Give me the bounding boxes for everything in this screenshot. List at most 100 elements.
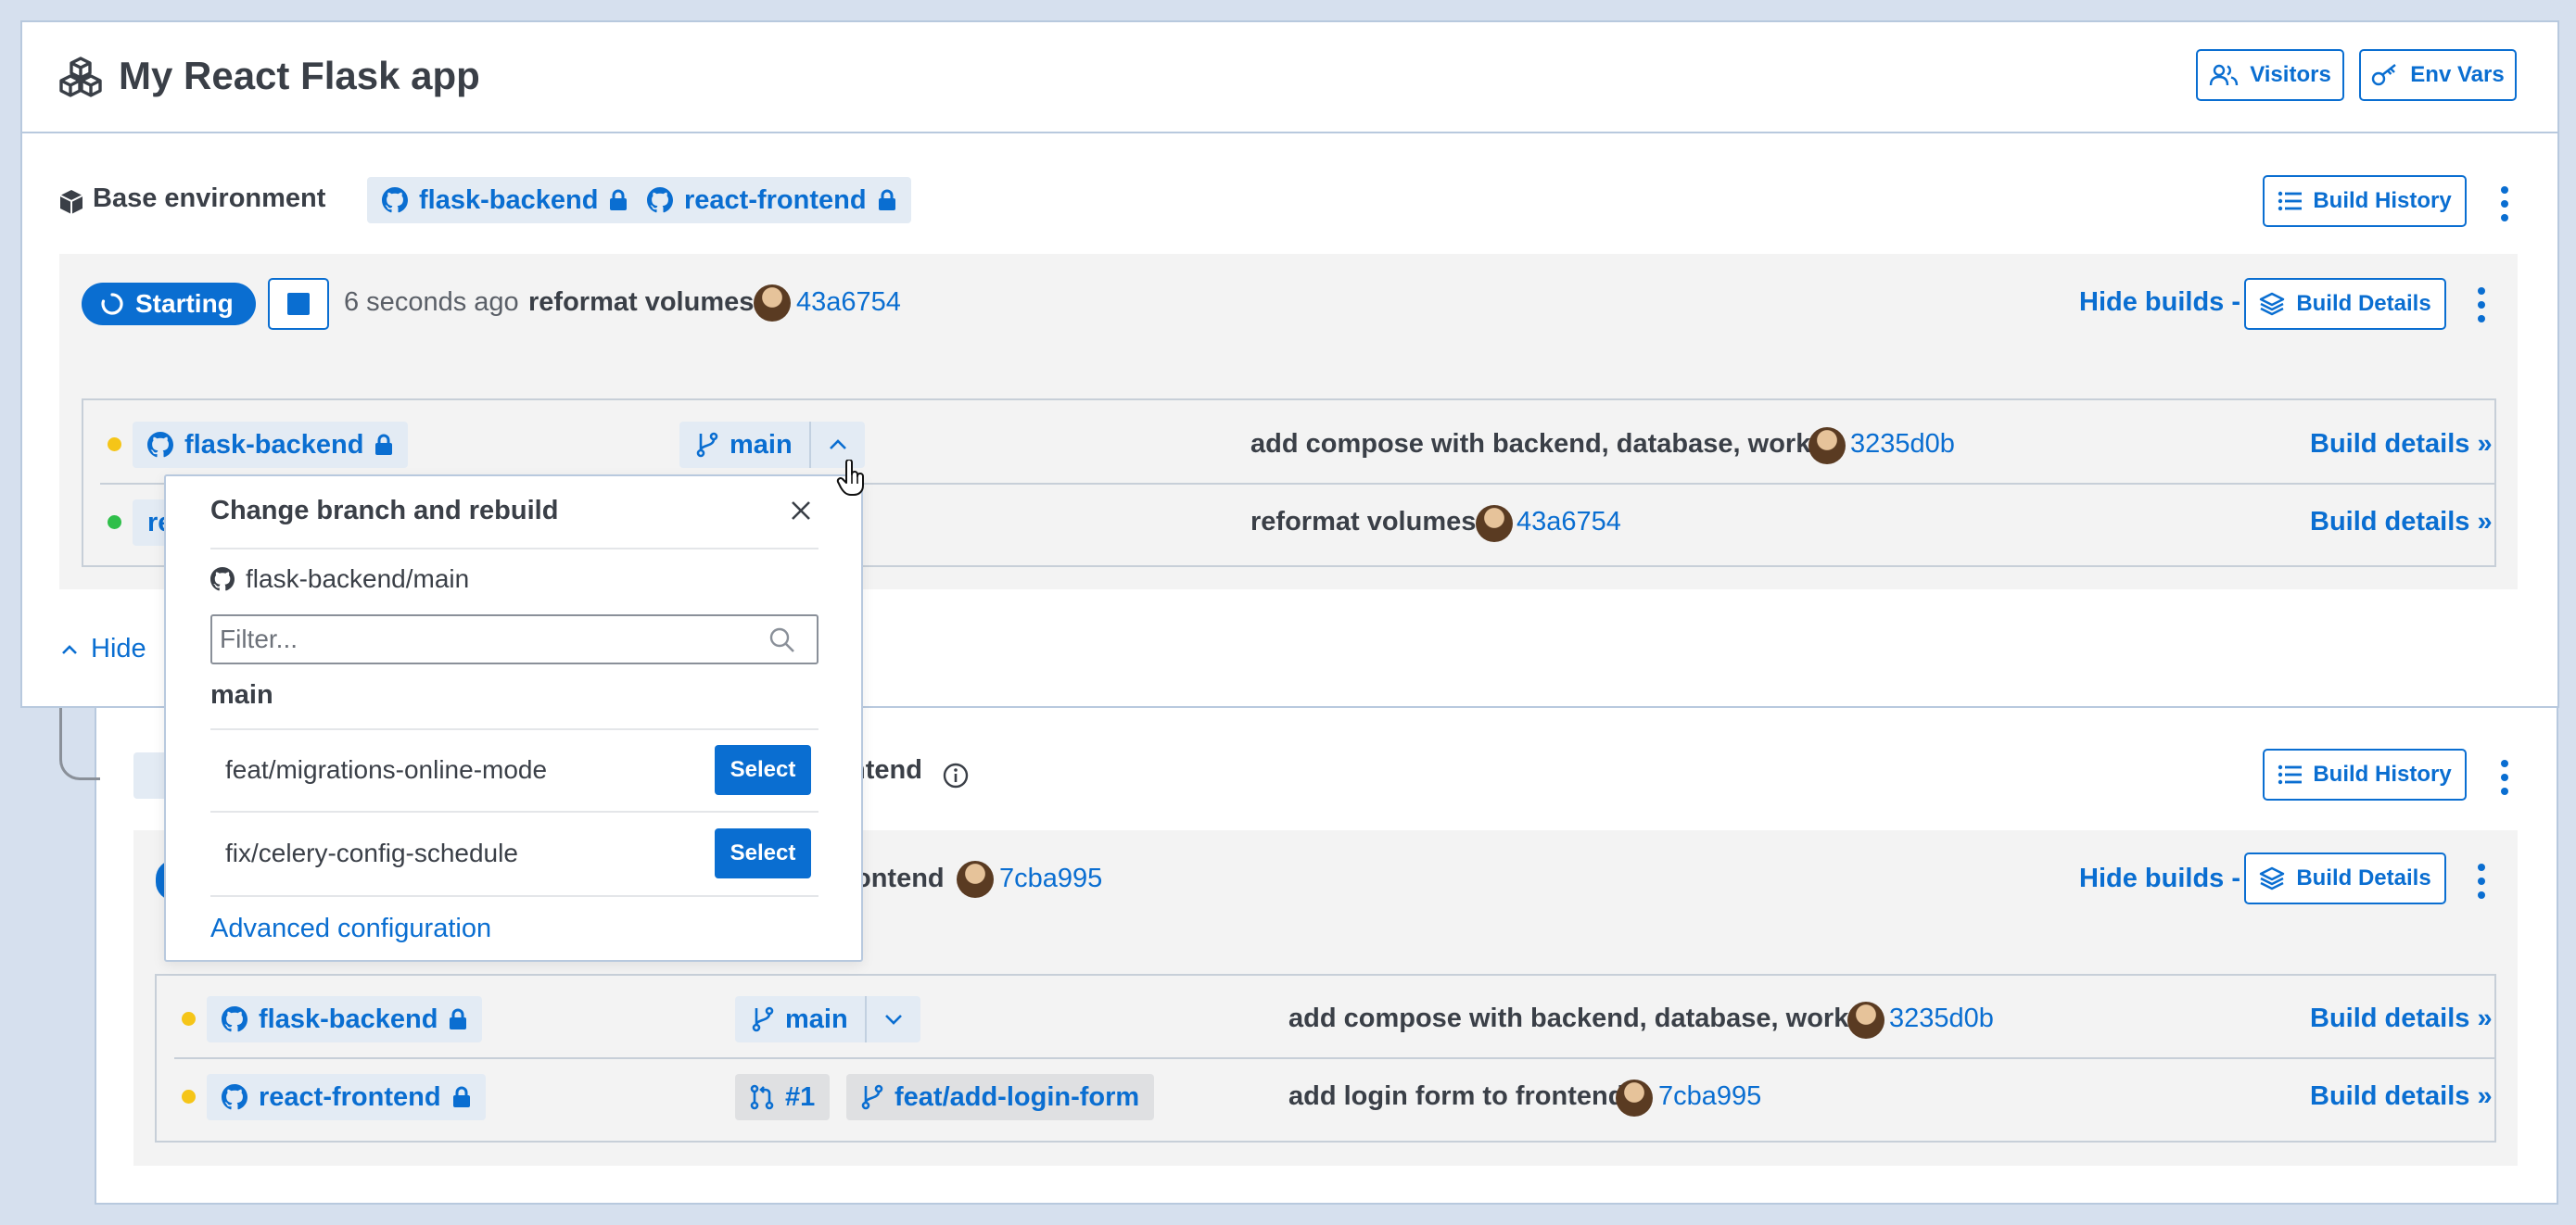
commit-sha[interactable]: 3235d0b xyxy=(1850,429,1955,460)
avatar xyxy=(957,861,994,898)
lock-icon xyxy=(450,1008,467,1029)
child-build-details-button[interactable]: Build Details xyxy=(2244,852,2446,904)
stop-icon xyxy=(287,293,310,315)
env-vars-button[interactable]: Env Vars xyxy=(2359,49,2517,101)
visitors-button[interactable]: Visitors xyxy=(2196,49,2344,101)
header-divider xyxy=(22,132,2557,133)
lock-icon xyxy=(452,1086,470,1107)
popup-divider xyxy=(210,895,818,897)
chevron-up-icon xyxy=(62,644,77,654)
build-history-button[interactable]: Build History xyxy=(2263,175,2467,227)
github-icon xyxy=(147,432,173,458)
lock-icon xyxy=(610,189,628,210)
build-details-link[interactable]: Build details » xyxy=(2310,1081,2493,1112)
cube-icon xyxy=(57,188,85,216)
list-icon xyxy=(2278,191,2303,211)
status-dot-building xyxy=(182,1090,196,1104)
advanced-configuration-link[interactable]: Advanced configuration xyxy=(210,914,491,944)
chevron-down-icon[interactable] xyxy=(867,996,920,1042)
base-env-label: Base environment xyxy=(93,183,326,213)
child-builds-more-icon[interactable] xyxy=(2478,864,2487,905)
hide-builds-link[interactable]: Hide builds - xyxy=(2079,287,2240,318)
child-hide-builds-link[interactable]: Hide builds - xyxy=(2079,864,2240,894)
spinner-icon xyxy=(101,293,123,315)
status-dot-running xyxy=(108,515,121,529)
commit-message: add compose with backend, database, work… xyxy=(1250,429,1836,459)
branch-button[interactable]: main xyxy=(679,422,811,468)
current-branch: main xyxy=(210,680,273,710)
env-connector xyxy=(59,697,100,780)
github-icon xyxy=(210,567,235,591)
avatar xyxy=(1476,505,1513,542)
info-icon[interactable] xyxy=(942,762,970,789)
popup-divider xyxy=(210,728,818,730)
filter-input[interactable]: Filter... xyxy=(210,614,818,664)
search-icon xyxy=(768,626,796,654)
child-commit-sha[interactable]: 7cba995 xyxy=(999,864,1102,894)
commit-message: add compose with backend, database, work… xyxy=(1288,1004,1874,1033)
list-icon xyxy=(2278,764,2303,785)
layers-icon xyxy=(2260,292,2285,316)
commit-message: add login form to frontend xyxy=(1288,1081,1625,1111)
repo-chip-flask-backend[interactable]: flask-backend xyxy=(133,422,409,468)
build-details-button[interactable]: Build Details xyxy=(2244,278,2446,330)
status-dot-building xyxy=(108,437,121,451)
git-pull-request-icon xyxy=(750,1084,774,1110)
stop-button[interactable] xyxy=(268,278,329,330)
commit-message: reformat volumes xyxy=(528,287,755,317)
branch-option-label: fix/celery-config-schedule xyxy=(225,839,518,867)
git-branch-icon xyxy=(752,1006,774,1032)
change-branch-popup: Change branch and rebuild flask-backend/… xyxy=(164,474,863,962)
hand-cursor-icon xyxy=(836,460,868,497)
build-details-link[interactable]: Build details » xyxy=(2310,507,2493,537)
git-branch-icon xyxy=(861,1084,883,1110)
key-icon xyxy=(2372,64,2397,86)
commit-sha[interactable]: 43a6754 xyxy=(796,287,901,318)
branch-button[interactable]: main xyxy=(735,996,867,1042)
child-env-more-icon[interactable] xyxy=(2501,760,2510,802)
commit-sha[interactable]: 43a6754 xyxy=(1516,507,1621,537)
users-icon xyxy=(2209,64,2239,86)
lock-icon xyxy=(375,434,393,455)
repo-chip-react-frontend[interactable]: react-frontend xyxy=(632,177,911,223)
time-ago: 6 seconds ago xyxy=(344,287,519,317)
popup-divider xyxy=(210,548,818,549)
commit-message: reformat volumes xyxy=(1250,507,1477,537)
avatar xyxy=(754,284,791,322)
status-badge: Starting xyxy=(82,283,256,325)
layers-icon xyxy=(2260,866,2285,890)
lock-icon xyxy=(878,189,895,210)
avatar xyxy=(1616,1080,1653,1117)
pull-request-chip[interactable]: #1 xyxy=(735,1074,831,1120)
git-branch-icon xyxy=(696,432,718,458)
branch-chip[interactable]: feat/add-login-form xyxy=(846,1074,1155,1120)
build-details-link[interactable]: Build details » xyxy=(2310,429,2493,460)
avatar xyxy=(1847,1002,1884,1039)
repo-chip-flask-backend[interactable]: flask-backend xyxy=(367,177,643,223)
select-branch-button[interactable]: Select xyxy=(715,745,811,795)
app-title: My React Flask app xyxy=(119,54,480,97)
branch-selector[interactable]: main xyxy=(735,996,920,1042)
repo-chip-flask-backend[interactable]: flask-backend xyxy=(207,996,483,1042)
hide-link[interactable]: Hide xyxy=(61,634,146,664)
select-branch-button[interactable]: Select xyxy=(715,828,811,878)
commit-sha[interactable]: 7cba995 xyxy=(1658,1081,1761,1112)
status-dot-building xyxy=(182,1012,196,1026)
popup-title: Change branch and rebuild xyxy=(210,496,559,525)
github-icon xyxy=(222,1084,247,1110)
cubes-icon xyxy=(57,56,104,98)
github-icon xyxy=(647,187,673,213)
env-more-icon[interactable] xyxy=(2501,186,2510,228)
child-build-history-button[interactable]: Build History xyxy=(2263,749,2467,801)
commit-sha[interactable]: 3235d0b xyxy=(1889,1004,1994,1034)
repo-path: flask-backend/main xyxy=(210,564,469,594)
repo-chip-react-frontend[interactable]: react-frontend xyxy=(207,1074,486,1120)
builds-more-icon[interactable] xyxy=(2478,287,2487,329)
popup-divider xyxy=(210,811,818,813)
github-icon xyxy=(382,187,408,213)
close-icon[interactable] xyxy=(789,499,813,523)
build-details-link[interactable]: Build details » xyxy=(2310,1004,2493,1034)
child-commit-message: ontend xyxy=(855,864,945,893)
avatar xyxy=(1808,427,1846,464)
row-divider xyxy=(174,1057,2495,1059)
